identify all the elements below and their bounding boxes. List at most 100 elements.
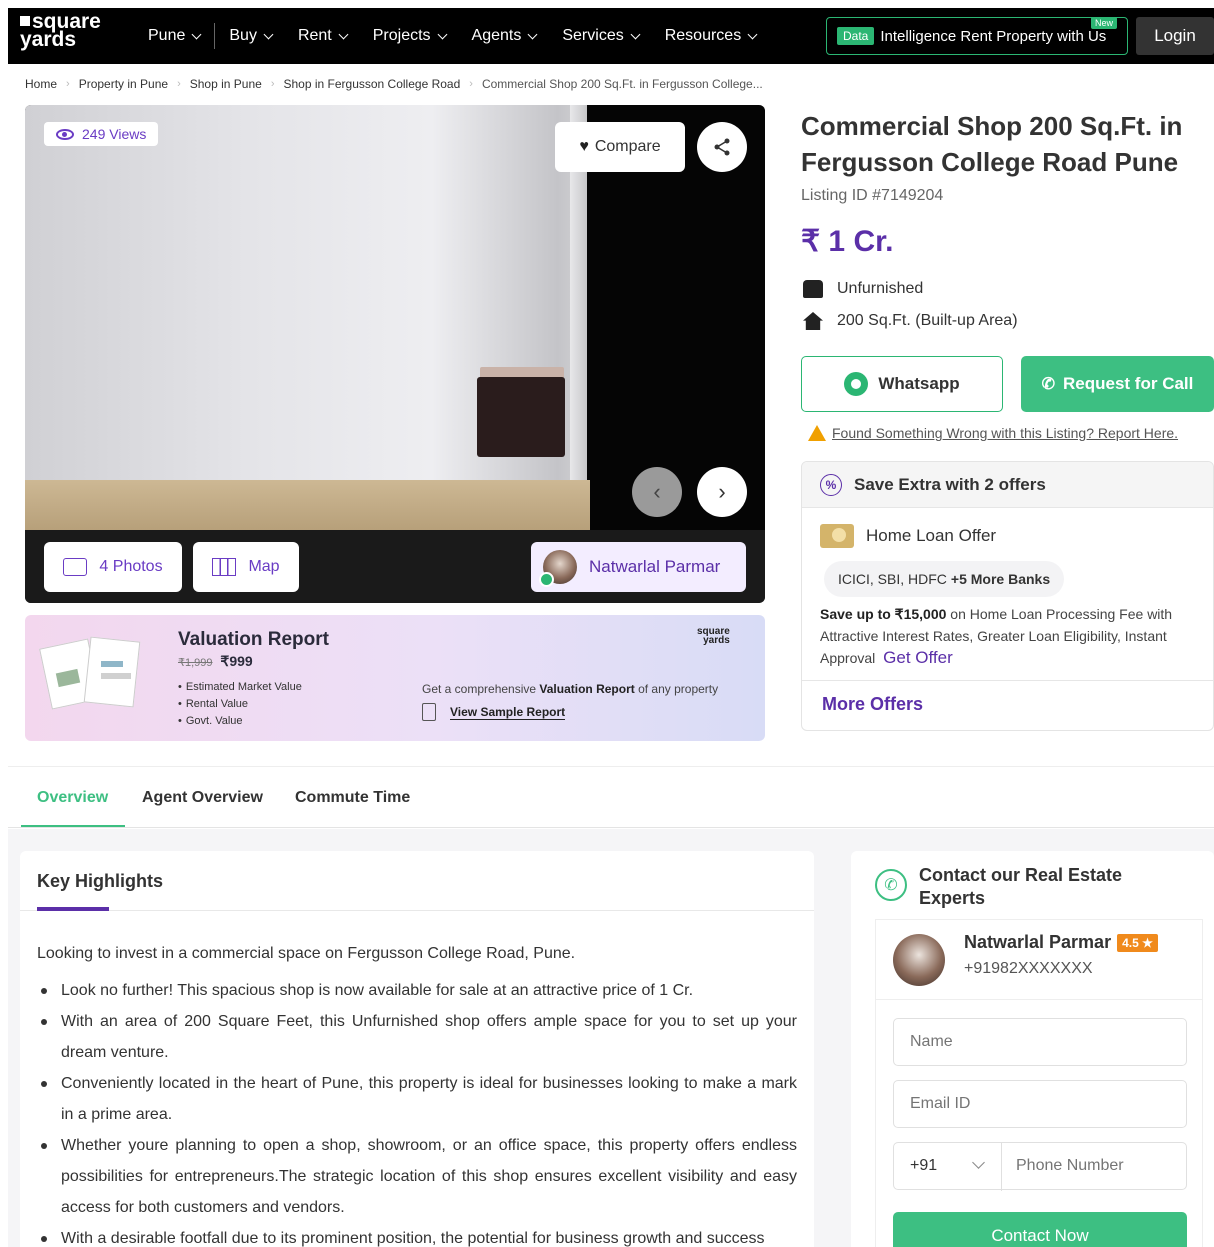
breadcrumb-shop-in-pune[interactable]: Shop in Pune — [190, 77, 262, 91]
discount-icon: % — [820, 473, 842, 496]
email-field[interactable] — [893, 1080, 1187, 1128]
section-tabs: Overview Agent Overview Commute Time — [8, 766, 1214, 828]
list-item: Estimated Market Value — [178, 679, 302, 696]
valuation-title: Valuation Report — [178, 629, 329, 650]
breadcrumb-current: Commercial Shop 200 Sq.Ft. in Fergusson … — [481, 77, 763, 91]
phone-icon: ✆ — [1041, 376, 1056, 393]
agent-name: Natwarlal Parmar — [964, 932, 1112, 952]
avatar — [893, 934, 945, 986]
new-badge: New — [1090, 18, 1117, 29]
tab-agent-overview[interactable]: Agent Overview — [142, 789, 263, 807]
country-code-select[interactable]: +91 — [910, 1157, 937, 1175]
nav-item-buy[interactable]: Buy — [229, 27, 274, 45]
nav-item-agents[interactable]: Agents — [471, 27, 538, 45]
nav-label: Rent — [297, 27, 332, 44]
map-label: Map — [248, 558, 280, 575]
valuation-price: ₹1,999 ₹999 — [178, 653, 253, 670]
illustration-page — [83, 636, 141, 708]
data-intelligence-promo[interactable]: Data Intelligence Rent Property with Us … — [826, 17, 1128, 55]
photos-button[interactable]: 4 Photos — [44, 542, 182, 592]
highlights-intro: Looking to invest in a commercial space … — [37, 945, 576, 962]
illustration-bar — [101, 661, 123, 667]
chevron-down-icon — [747, 29, 758, 39]
list-item: With a desirable footfall due to its pro… — [37, 1223, 797, 1247]
list-item: Whether youre planning to open a shop, s… — [37, 1130, 797, 1223]
name-field[interactable] — [893, 1018, 1187, 1066]
chevron-right-icon: › — [718, 479, 726, 504]
divider — [20, 910, 814, 911]
tab-commute-time[interactable]: Commute Time — [295, 789, 410, 807]
nav-item-services[interactable]: Services — [562, 27, 641, 45]
furnishing-label: Unfurnished — [837, 280, 924, 297]
phone-field[interactable] — [1002, 1143, 1186, 1189]
logo-text-bottom: yards — [703, 635, 730, 646]
sofa-icon — [803, 280, 823, 298]
photos-label: 4 Photos — [99, 558, 163, 575]
report-link[interactable]: Found Something Wrong with this Listing?… — [832, 425, 1178, 441]
nav-item-resources[interactable]: Resources — [665, 27, 758, 45]
chevron-right-icon: › — [177, 78, 181, 90]
valuation-old-price: ₹1,999 — [178, 657, 213, 669]
nav-item-pune[interactable]: Pune — [148, 27, 202, 45]
get-offer-link[interactable]: Get Offer — [883, 648, 953, 667]
home-icon — [803, 312, 823, 330]
home-loan-description: Save up to ₹15,000 on Home Loan Processi… — [820, 603, 1198, 669]
property-gallery[interactable] — [25, 105, 765, 603]
listing-title: Commercial Shop 200 Sq.Ft. in Fergusson … — [801, 111, 1183, 177]
home-loan-title: Home Loan Offer — [866, 526, 997, 545]
tab-overview[interactable]: Overview — [37, 789, 108, 807]
compare-label: Compare — [594, 138, 661, 155]
map-button[interactable]: Map — [193, 542, 299, 592]
photo-icon — [63, 558, 88, 576]
request-call-button[interactable]: ✆ Request for Call — [1021, 356, 1214, 412]
valuation-new-price: ₹999 — [220, 653, 253, 669]
agent-chip-name: Natwarlal Parmar — [589, 557, 721, 576]
whatsapp-button[interactable]: Whatsapp — [801, 356, 1003, 412]
heart-icon: ♥ — [579, 138, 589, 155]
loan-savings: Save up to ₹15,000 — [820, 606, 947, 622]
contact-now-button[interactable]: Contact Now — [893, 1212, 1187, 1247]
highlights-list: Look no further! This spacious shop is n… — [37, 975, 797, 1247]
squareyards-logo[interactable]: square yards — [20, 11, 101, 51]
avatar — [539, 550, 577, 587]
agent-name-row: Natwarlal Parmar 4.5 ★ — [964, 932, 1158, 953]
banks-pill[interactable]: ICICI, SBI, HDFC +5 More Banks — [824, 561, 1065, 597]
offers-header: % Save Extra with 2 offers — [802, 462, 1213, 508]
whatsapp-label: Whatsapp — [878, 374, 960, 393]
share-button[interactable] — [697, 122, 747, 172]
breadcrumb-shop-in-fergusson[interactable]: Shop in Fergusson College Road — [283, 77, 460, 91]
valuation-report-banner[interactable]: Valuation Report ₹1,999 ₹999 Estimated M… — [25, 615, 765, 741]
nav-label: Agents — [471, 27, 522, 44]
contact-title: Contact our Real Estate Experts — [919, 865, 1123, 908]
squareyards-small-logo: square yards — [697, 627, 730, 646]
furnishing-feature: Unfurnished — [803, 280, 923, 298]
view-sample-report-link[interactable]: View Sample Report — [422, 703, 566, 721]
list-item: Conveniently located in the heart of Pun… — [37, 1068, 797, 1130]
title-underline — [37, 907, 109, 911]
logo-text-bottom: yards — [20, 28, 77, 51]
agent-chip[interactable]: Natwarlal Parmar — [531, 542, 746, 592]
prev-photo-button[interactable]: ‹ — [632, 467, 682, 517]
list-item: With an area of 200 Square Feet, this Un… — [37, 1006, 797, 1068]
nav-item-projects[interactable]: Projects — [373, 27, 447, 45]
download-icon — [422, 703, 436, 721]
report-listing[interactable]: Found Something Wrong with this Listing?… — [808, 425, 1178, 441]
compare-button[interactable]: ♥ Compare — [555, 122, 685, 172]
chevron-right-icon: › — [66, 78, 70, 90]
chevron-left-icon: ‹ — [653, 479, 661, 504]
desc-text: of any property — [634, 682, 719, 696]
chevron-right-icon: › — [469, 78, 473, 90]
breadcrumb-home[interactable]: Home — [25, 77, 57, 91]
breadcrumb-property-in-pune[interactable]: Property in Pune — [79, 77, 168, 91]
eye-icon — [56, 128, 74, 140]
views-badge: 249 Views — [44, 122, 159, 146]
nav-item-rent[interactable]: Rent — [297, 27, 349, 45]
area-feature: 200 Sq.Ft. (Built-up Area) — [803, 312, 1018, 330]
more-offers-link[interactable]: More Offers — [822, 694, 923, 715]
nav-menu: Pune Buy Rent Projects Agents Services R… — [148, 8, 782, 64]
chevron-right-icon: › — [270, 78, 275, 90]
contact-experts-card: ✆ Contact our Real Estate Experts Natwar… — [851, 851, 1214, 1247]
next-photo-button[interactable]: › — [697, 467, 747, 517]
login-button[interactable]: Login — [1136, 17, 1214, 55]
listing-id: Listing ID #7149204 — [801, 187, 944, 204]
